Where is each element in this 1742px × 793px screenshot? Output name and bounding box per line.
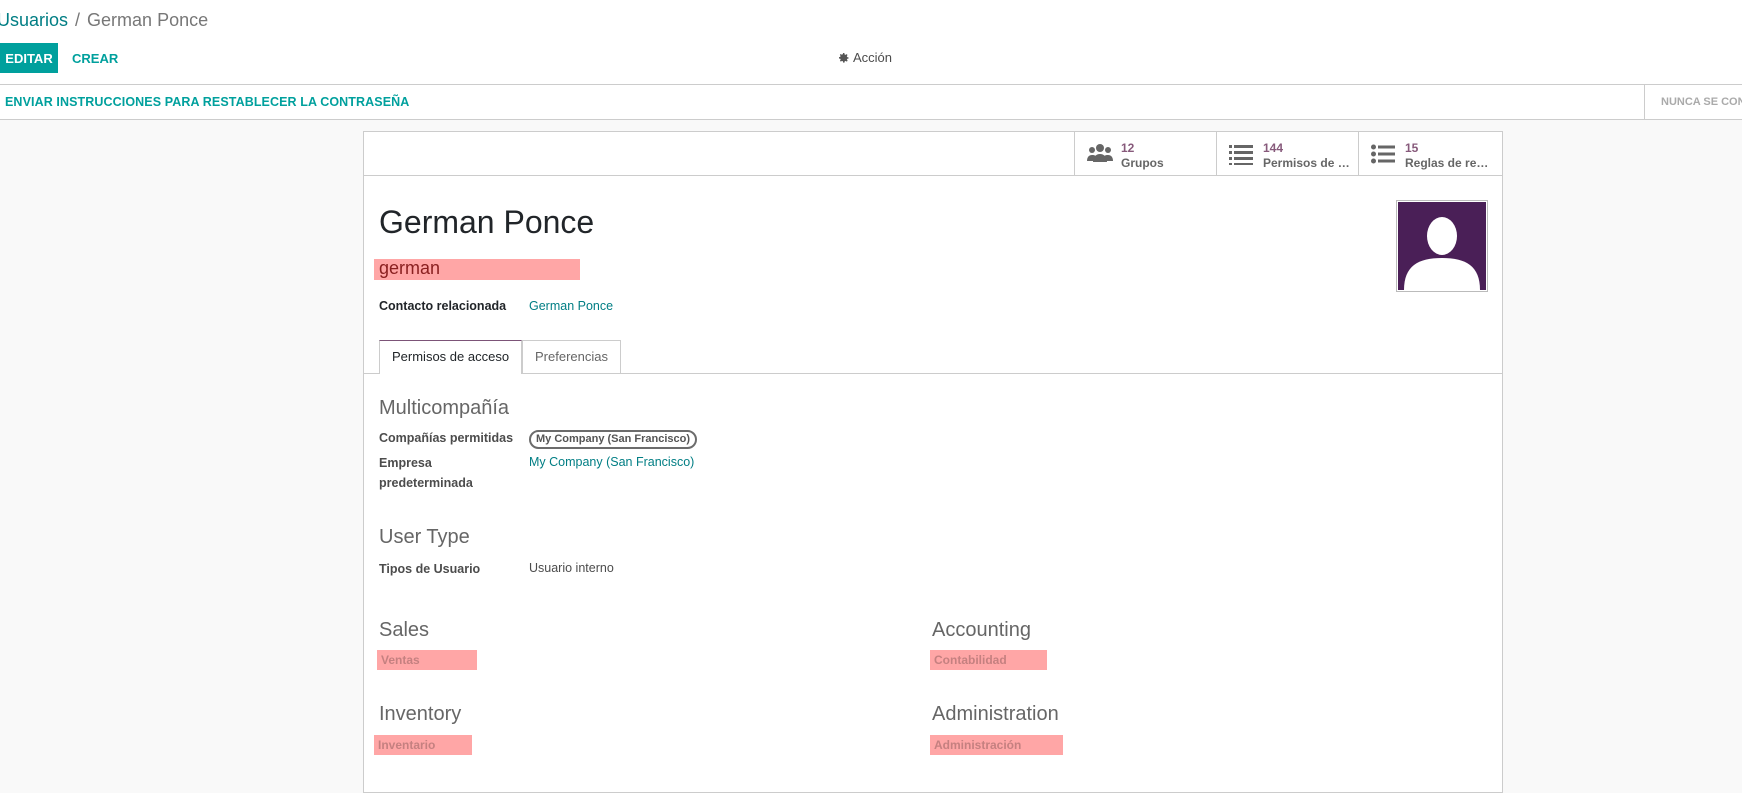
groups-smart-button[interactable]: 12 Grupos: [1074, 132, 1216, 175]
related-contact-label: Contacto relacionada: [379, 299, 507, 313]
sales-label: Ventas: [381, 653, 420, 667]
administration-title: Administration: [932, 703, 1059, 725]
administration-label: Administración: [934, 738, 1022, 752]
allowed-companies-label: Compañías permitidas: [379, 431, 514, 445]
default-company-label: Empresa predeterminada: [379, 453, 473, 493]
multicompany-title: Multicompañía: [379, 397, 510, 419]
inventory-field[interactable]: Inventario: [374, 735, 472, 755]
breadcrumb-current: German Ponce: [87, 10, 209, 30]
status-bar: ENVIAR INSTRUCCIONES PARA RESTABLECER LA…: [0, 84, 1742, 120]
control-panel: Usuarios / German Ponce EDITAR CREAR Acció…: [0, 0, 1742, 85]
never-connected-status: NUNCA SE CONECTÓ: [1644, 85, 1742, 119]
user-name-title: German Ponce: [379, 204, 595, 240]
sales-field[interactable]: Ventas: [377, 650, 477, 670]
users-icon: [1087, 144, 1113, 162]
gear-icon: [839, 52, 849, 63]
user-silhouette-icon: [1398, 202, 1486, 290]
breadcrumb-parent-link[interactable]: Usuarios: [0, 10, 68, 30]
accounting-field[interactable]: Contabilidad: [930, 650, 1047, 670]
edit-button[interactable]: EDITAR: [0, 43, 58, 73]
default-company-label-line1: Empresa: [379, 456, 432, 470]
login-value: german: [379, 258, 441, 278]
groups-label: Grupos: [1121, 156, 1164, 170]
tab-preferences[interactable]: Preferencias: [522, 340, 621, 373]
list-icon: [1229, 145, 1253, 165]
breadcrumb: Usuarios / German Ponce: [0, 10, 208, 31]
avatar[interactable]: [1396, 200, 1488, 292]
tab-access-rights[interactable]: Permisos de acceso: [379, 340, 523, 374]
reset-password-button[interactable]: ENVIAR INSTRUCCIONES PARA RESTABLECER LA…: [5, 95, 409, 109]
breadcrumb-separator: /: [75, 10, 81, 30]
related-contact-link[interactable]: German Ponce: [529, 299, 613, 313]
user-type-label: Tipos de Usuario: [379, 562, 481, 576]
list-ul-icon: [1371, 144, 1395, 164]
accounting-title: Accounting: [932, 619, 1031, 641]
access-rights-smart-button[interactable]: 144 Permisos de acceso: [1216, 132, 1358, 175]
inventory-label: Inventario: [378, 738, 436, 752]
create-button[interactable]: CREAR: [64, 43, 126, 73]
default-company-link[interactable]: My Company (San Francisco): [529, 455, 694, 469]
action-label: Acción: [853, 50, 893, 65]
record-rules-smart-button[interactable]: 15 Reglas de registro: [1358, 132, 1503, 175]
smart-button-box: 12 Grupos 144 Permisos de acceso 15 Regl…: [364, 132, 1502, 176]
login-field: german: [374, 258, 580, 280]
inventory-title: Inventory: [379, 703, 462, 725]
access-rights-label: Permisos de acceso: [1263, 156, 1351, 170]
administration-field[interactable]: Administración: [930, 735, 1063, 755]
record-rules-label: Reglas de registro: [1405, 156, 1491, 170]
action-dropdown[interactable]: Acción: [838, 50, 892, 65]
sales-title: Sales: [379, 619, 430, 641]
accounting-label: Contabilidad: [934, 653, 1007, 667]
user-type-title: User Type: [379, 526, 470, 548]
default-company-label-line2: predeterminada: [379, 476, 473, 490]
record-rules-count: 15: [1405, 141, 1419, 155]
form-tabs: Permisos de acceso Preferencias: [364, 340, 1502, 374]
access-rights-count: 144: [1263, 141, 1284, 155]
user-type-value[interactable]: Usuario interno: [529, 561, 614, 575]
groups-count: 12: [1121, 141, 1135, 155]
allowed-company-tag[interactable]: My Company (San Francisco): [529, 430, 698, 449]
form-sheet: 12 Grupos 144 Permisos de acceso 15 Regl…: [363, 131, 1503, 793]
